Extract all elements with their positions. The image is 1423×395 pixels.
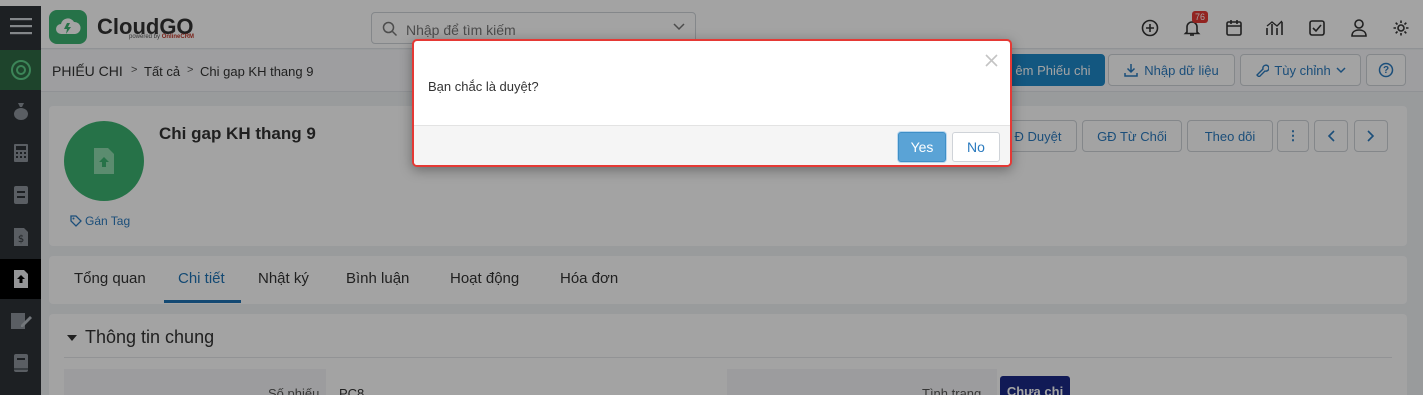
- yes-label: Yes: [910, 139, 934, 155]
- confirm-message: Bạn chắc là duyệt?: [428, 79, 539, 94]
- confirm-dialog: Bạn chắc là duyệt? Yes No: [412, 39, 1012, 167]
- close-button[interactable]: [985, 54, 998, 70]
- no-button[interactable]: No: [952, 132, 1000, 162]
- dialog-footer: Yes No: [414, 125, 1010, 165]
- yes-button[interactable]: Yes: [898, 132, 946, 162]
- no-label: No: [967, 139, 985, 155]
- close-icon: [985, 54, 998, 67]
